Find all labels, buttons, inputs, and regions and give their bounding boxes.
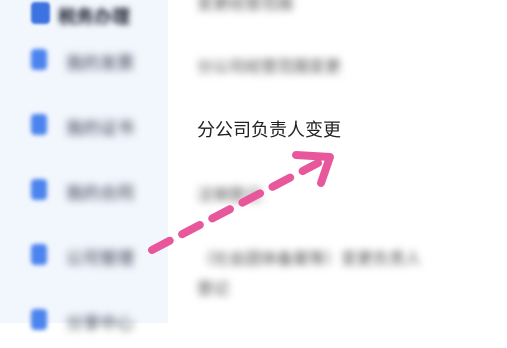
sidebar-item-contracts[interactable]: 我的合同 [0,162,168,218]
document-icon [31,179,47,200]
list-item-label: 分公司负责人变更 [197,120,341,141]
list-item-label: 注销登记 [197,185,262,204]
sidebar-item-top[interactable]: 税务办理 [0,0,168,28]
list-item-branch-head-change[interactable]: 分公司负责人变更 [197,116,341,142]
list-item-label: 变更经营范围 [197,0,294,13]
list-item[interactable]: 分公司经营范围变更 [197,53,341,77]
sidebar-item-label: 我的合同 [66,184,134,204]
sidebar-nav: 税务办理 我的发票 我的证书 我的合同 公司管理 分享中心 [0,0,168,334]
sidebar-item-label: 公司管理 [66,249,134,269]
list-item-label: 分公司经营范围变更 [197,57,342,76]
list-item-label: 登记 [197,279,230,298]
list-item[interactable]: 变更经营范围 [197,0,293,14]
document-icon [31,309,47,330]
document-icon [31,49,47,70]
document-icon [31,114,47,135]
list-item[interactable]: （社会团体备案等）变更负责人 [197,245,421,269]
sidebar-item-share[interactable]: 分享中心 [0,292,168,348]
folder-icon [31,244,47,265]
sidebar-item-label: 分享中心 [66,314,134,334]
document-icon [31,2,50,24]
sidebar-item-invoices[interactable]: 我的发票 [0,32,168,88]
sidebar-item-label: 税务办理 [58,7,130,28]
sidebar-item-label: 我的证书 [66,119,134,139]
list-item-label: （社会团体备案等）变更负责人 [197,249,422,268]
list-item[interactable]: 注销登记 [197,181,261,205]
sidebar-item-certificates[interactable]: 我的证书 [0,97,168,153]
list-item[interactable]: 登记 [197,275,229,299]
sidebar-item-company[interactable]: 公司管理 [0,227,168,283]
sidebar-item-label: 我的发票 [66,54,134,74]
